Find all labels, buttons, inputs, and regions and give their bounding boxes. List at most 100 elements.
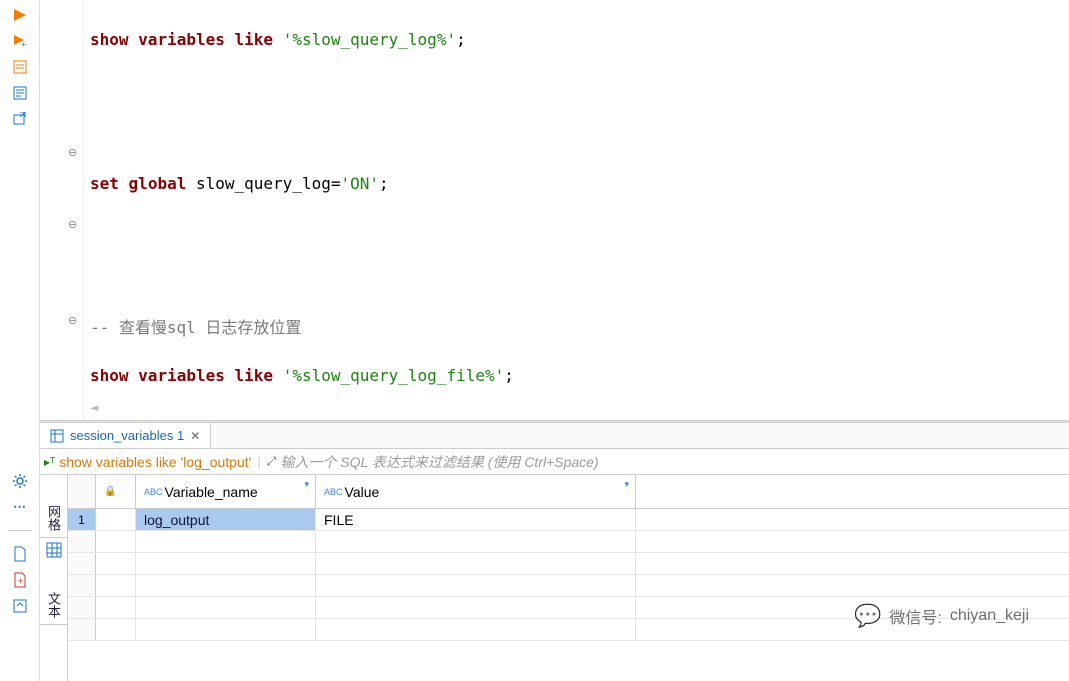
result-tab[interactable]: session_variables 1 ✕ — [40, 423, 211, 448]
keyword: like — [235, 366, 274, 385]
cell[interactable] — [316, 553, 636, 574]
grid-view-tab[interactable]: 网格 — [40, 475, 67, 538]
run-icon[interactable] — [9, 4, 31, 26]
file-plus-icon[interactable]: + — [9, 569, 31, 591]
tab-label: 文本 — [44, 592, 63, 618]
text-view-tab[interactable]: 文本 — [40, 562, 67, 625]
main-panel: ⊖ ⊖ ⊖ show variables like '%slow_query_l… — [40, 0, 1069, 681]
table-row[interactable] — [68, 553, 1069, 575]
row-number[interactable] — [68, 575, 96, 596]
cell[interactable] — [316, 597, 636, 618]
chevron-down-icon[interactable]: ▾ — [304, 479, 309, 490]
table-row[interactable] — [68, 531, 1069, 553]
punct: ; — [456, 30, 466, 49]
cell[interactable] — [136, 597, 316, 618]
gear-icon[interactable] — [9, 470, 31, 492]
string-literal: '%slow_query_log_file%' — [283, 366, 505, 385]
nav-icon[interactable] — [9, 595, 31, 617]
cell-variable-name[interactable]: log_output — [136, 509, 316, 530]
row-number[interactable] — [68, 619, 96, 640]
cell[interactable] — [316, 575, 636, 596]
table-row[interactable]: 1 log_outputFILE — [68, 509, 1069, 531]
cell[interactable] — [96, 597, 136, 618]
keyword: variables — [138, 30, 225, 49]
close-icon[interactable]: ✕ — [190, 429, 200, 443]
table-row[interactable] — [68, 619, 1069, 641]
column-header-value[interactable]: ABC Value ▾ — [316, 475, 636, 508]
cell[interactable] — [136, 531, 316, 552]
row-number[interactable] — [68, 553, 96, 574]
fold-marker[interactable]: ⊖ — [68, 218, 77, 231]
cell[interactable] — [96, 531, 136, 552]
row-number[interactable] — [68, 531, 96, 552]
cell[interactable] — [316, 619, 636, 640]
punct: ; — [379, 174, 389, 193]
keyword: variables — [138, 366, 225, 385]
cell[interactable] — [136, 619, 316, 640]
comment: -- 查看慢sql 日志存放位置 — [90, 318, 301, 337]
executed-sql-text: show variables like 'log_output' — [59, 454, 251, 470]
execute-arrow-icon[interactable]: ▸ᵀ — [40, 455, 59, 469]
table-row[interactable] — [68, 597, 1069, 619]
lock-column[interactable]: 🔒 — [96, 475, 136, 508]
grid-header: 🔒 ABC Variable_name ▾ ABC Value ▾ — [68, 475, 1069, 509]
toolbar-separator — [8, 530, 32, 531]
scroll-left-icon[interactable]: ◄ — [90, 396, 98, 420]
string-literal: '%slow_query_log%' — [283, 30, 456, 49]
fold-marker[interactable]: ⊖ — [68, 146, 77, 159]
table-icon — [50, 429, 64, 443]
editor-gutter: ⊖ ⊖ ⊖ — [40, 0, 84, 420]
lock-icon: 🔒 — [104, 486, 116, 497]
result-grid-zone: 网格 文本 🔒 ABC Variable_name ▾ ABC Value — [40, 475, 1069, 681]
cell[interactable] — [96, 575, 136, 596]
cell[interactable] — [96, 619, 136, 640]
more-icon[interactable]: ⋯ — [9, 496, 31, 518]
column-header-variable-name[interactable]: ABC Variable_name ▾ — [136, 475, 316, 508]
cell[interactable] — [96, 509, 136, 530]
view-mode-tabs: 网格 文本 — [40, 475, 68, 681]
explain-icon[interactable] — [9, 82, 31, 104]
fold-marker[interactable]: ⊖ — [68, 314, 77, 327]
grid-body: 1 log_outputFILE — [68, 509, 1069, 641]
string-literal: 'ON' — [340, 174, 379, 193]
identifier: slow_query_log= — [196, 174, 341, 193]
tab-label: session_variables 1 — [70, 428, 184, 443]
filter-placeholder[interactable]: 输入一个 SQL 表达式来过滤结果 (使用 Ctrl+Space) — [280, 452, 598, 472]
cell-value[interactable]: FILE — [316, 509, 636, 530]
grid-corner[interactable] — [68, 475, 96, 508]
row-number[interactable] — [68, 597, 96, 618]
cell[interactable] — [136, 553, 316, 574]
row-number[interactable]: 1 — [68, 509, 96, 530]
table-row[interactable] — [68, 575, 1069, 597]
run-new-icon[interactable]: + — [9, 30, 31, 52]
cell[interactable] — [136, 575, 316, 596]
cell[interactable] — [316, 531, 636, 552]
keyword: global — [129, 174, 187, 193]
column-label: Value — [345, 484, 380, 500]
grid-icon — [46, 542, 62, 558]
app-root: + ⋯ + ⊖ ⊖ ⊖ show variables like '%slow_q… — [0, 0, 1069, 681]
keyword: show — [90, 366, 129, 385]
keyword: show — [90, 30, 129, 49]
keyword: set — [90, 174, 119, 193]
type-tag: ABC — [144, 487, 163, 497]
punct: ; — [504, 366, 514, 385]
execute-list-icon[interactable] — [9, 56, 31, 78]
filter-bar: ▸ᵀ show variables like 'log_output' | ⤢ … — [40, 449, 1069, 475]
svg-text:+: + — [18, 576, 23, 586]
tab-label: 网格 — [44, 505, 63, 531]
column-label: Variable_name — [165, 484, 258, 500]
export-icon[interactable] — [9, 108, 31, 130]
file-icon[interactable] — [9, 543, 31, 565]
keyword: like — [235, 30, 274, 49]
result-tabbar: session_variables 1 ✕ — [40, 423, 1069, 449]
expand-icon[interactable]: ⤢ — [261, 454, 281, 469]
svg-text:+: + — [21, 40, 26, 48]
sql-editor[interactable]: ⊖ ⊖ ⊖ show variables like '%slow_query_l… — [40, 0, 1069, 420]
code-area[interactable]: show variables like '%slow_query_log%'; … — [84, 0, 1069, 420]
cell[interactable] — [96, 553, 136, 574]
left-toolbar: + ⋯ + — [0, 0, 40, 681]
result-grid: 🔒 ABC Variable_name ▾ ABC Value ▾ 1 log_o… — [68, 475, 1069, 681]
type-tag: ABC — [324, 487, 343, 497]
chevron-down-icon[interactable]: ▾ — [624, 479, 629, 490]
